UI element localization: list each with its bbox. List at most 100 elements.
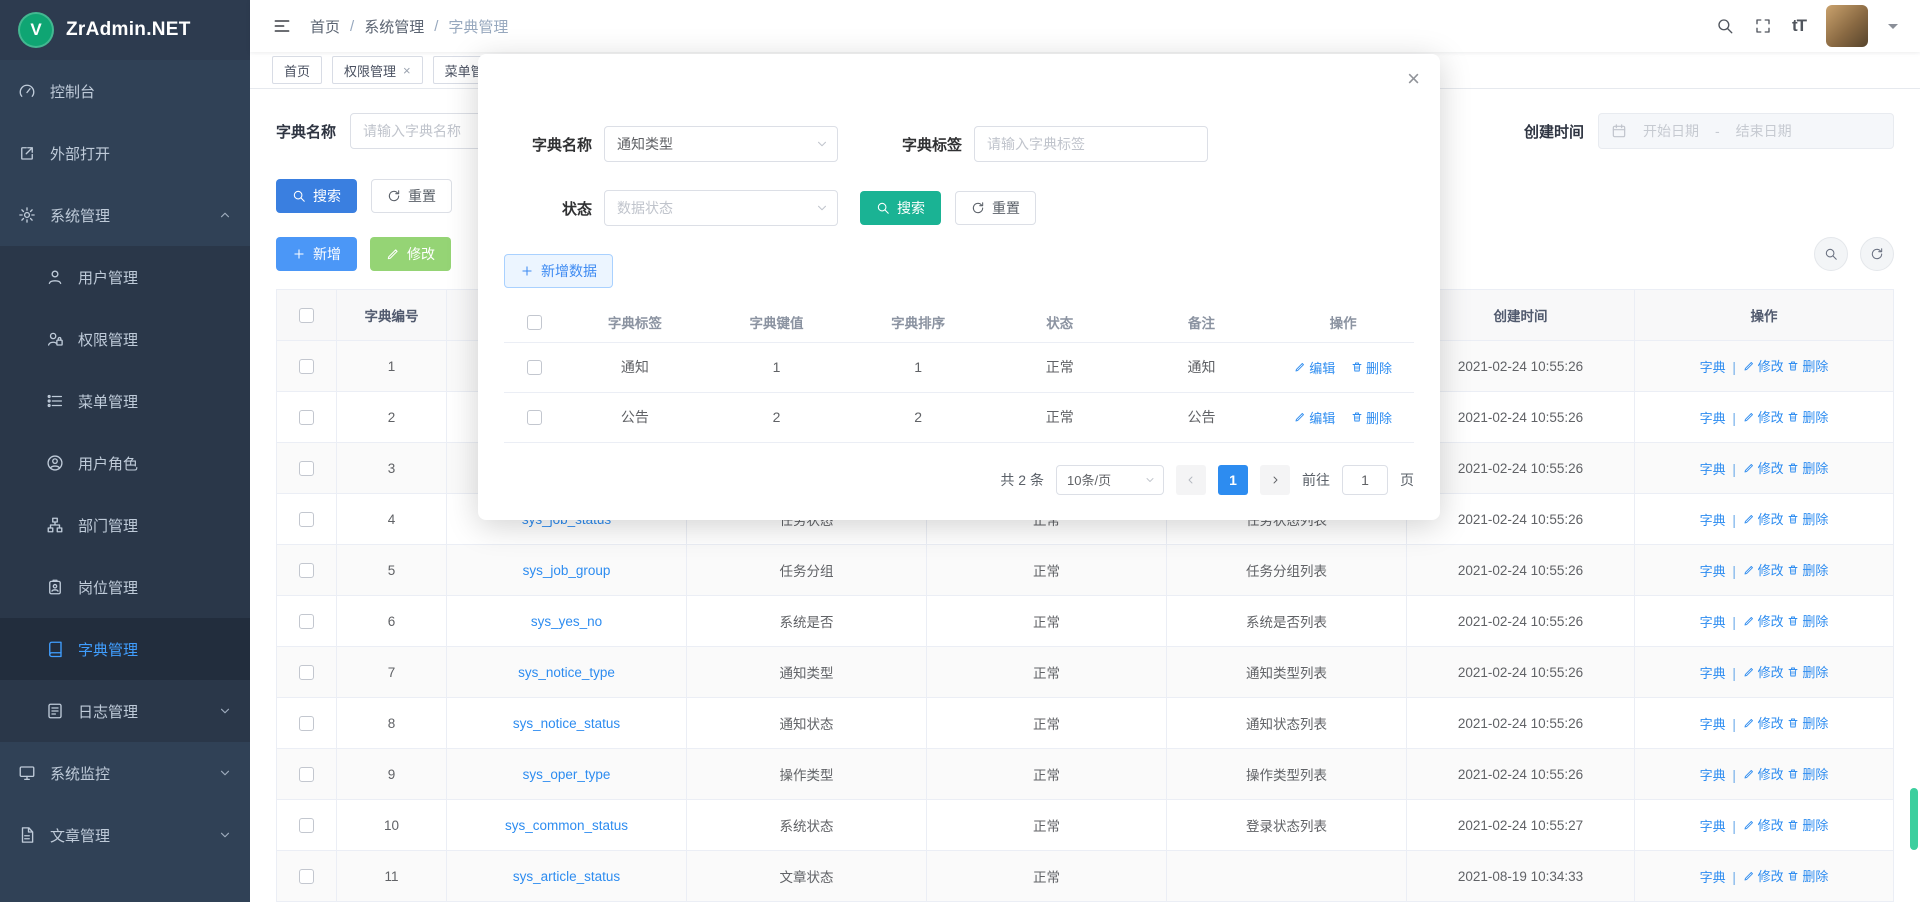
op-delete-link[interactable]: 删除 bbox=[1787, 407, 1828, 426]
row-checkbox[interactable] bbox=[527, 410, 542, 425]
op-dict-link[interactable]: 字典 bbox=[1700, 765, 1726, 784]
op-edit-link[interactable]: 编辑 bbox=[1294, 408, 1335, 427]
op-dict-link[interactable]: 字典 bbox=[1700, 714, 1726, 733]
op-dict-link[interactable]: 字典 bbox=[1700, 612, 1726, 631]
row-checkbox[interactable] bbox=[299, 512, 314, 527]
row-checkbox[interactable] bbox=[299, 614, 314, 629]
app-logo[interactable]: V ZrAdmin.NET bbox=[0, 0, 250, 60]
op-edit-link[interactable]: 修改 bbox=[1743, 815, 1784, 834]
op-edit-link[interactable]: 修改 bbox=[1743, 764, 1784, 783]
op-edit-link[interactable]: 修改 bbox=[1743, 407, 1784, 426]
op-delete-link[interactable]: 删除 bbox=[1351, 408, 1392, 427]
op-dict-link[interactable]: 字典 bbox=[1700, 867, 1726, 886]
op-delete-link[interactable]: 删除 bbox=[1351, 358, 1392, 377]
op-edit-link[interactable]: 修改 bbox=[1743, 509, 1784, 528]
op-dict-link[interactable]: 字典 bbox=[1700, 408, 1726, 427]
row-checkbox[interactable] bbox=[299, 818, 314, 833]
op-delete-link[interactable]: 删除 bbox=[1787, 458, 1828, 477]
sidebar-item-user-role[interactable]: 用户角色 bbox=[0, 432, 250, 494]
op-dict-link[interactable]: 字典 bbox=[1700, 561, 1726, 580]
row-checkbox[interactable] bbox=[299, 665, 314, 680]
search-button[interactable]: 搜索 bbox=[276, 179, 357, 213]
op-delete-link[interactable]: 删除 bbox=[1787, 764, 1828, 783]
sidebar-item-dictionary-management[interactable]: 字典管理 bbox=[0, 618, 250, 680]
sidebar-item-dashboard[interactable]: 控制台 bbox=[0, 60, 250, 122]
add-dict-data-button[interactable]: 新增数据 bbox=[504, 254, 613, 288]
sidebar-item-system-management[interactable]: 系统管理 bbox=[0, 184, 250, 246]
sidebar-toggle-button[interactable] bbox=[272, 16, 292, 36]
refresh-table-button[interactable] bbox=[1860, 237, 1894, 271]
op-dict-link[interactable]: 字典 bbox=[1700, 459, 1726, 478]
avatar-caret-down-icon[interactable] bbox=[1888, 24, 1898, 34]
op-edit-link[interactable]: 编辑 bbox=[1294, 358, 1335, 377]
edit-button-disabled[interactable]: 修改 bbox=[370, 237, 451, 271]
dialog-search-button[interactable]: 搜索 bbox=[860, 191, 941, 225]
sidebar-item-post-management[interactable]: 岗位管理 bbox=[0, 556, 250, 618]
op-delete-link[interactable]: 删除 bbox=[1787, 713, 1828, 732]
op-edit-link[interactable]: 修改 bbox=[1743, 662, 1784, 681]
close-icon[interactable]: × bbox=[403, 64, 411, 77]
dict-type-link[interactable]: sys_job_group bbox=[523, 563, 611, 578]
op-delete-link[interactable]: 删除 bbox=[1787, 815, 1828, 834]
op-edit-link[interactable]: 修改 bbox=[1743, 560, 1784, 579]
goto-page-input[interactable] bbox=[1342, 465, 1388, 495]
sidebar-item-article-management[interactable]: 文章管理 bbox=[0, 804, 250, 866]
dict-type-link[interactable]: sys_oper_type bbox=[523, 767, 611, 782]
row-checkbox[interactable] bbox=[299, 869, 314, 884]
dialog-reset-button[interactable]: 重置 bbox=[955, 191, 1036, 225]
op-delete-link[interactable]: 删除 bbox=[1787, 509, 1828, 528]
row-checkbox[interactable] bbox=[299, 359, 314, 374]
data-status-select[interactable]: 数据状态 bbox=[604, 190, 838, 226]
dict-label-input[interactable] bbox=[974, 126, 1208, 162]
sidebar-item-department-management[interactable]: 部门管理 bbox=[0, 494, 250, 556]
op-edit-link[interactable]: 修改 bbox=[1743, 611, 1784, 630]
user-avatar[interactable] bbox=[1826, 5, 1868, 47]
sidebar-item-log-management[interactable]: 日志管理 bbox=[0, 680, 250, 742]
row-checkbox[interactable] bbox=[527, 360, 542, 375]
tab-permission-management[interactable]: 权限管理 × bbox=[332, 56, 423, 84]
font-size-button[interactable]: tT bbox=[1792, 16, 1806, 36]
op-delete-link[interactable]: 删除 bbox=[1787, 560, 1828, 579]
op-delete-link[interactable]: 删除 bbox=[1787, 356, 1828, 375]
reset-button[interactable]: 重置 bbox=[371, 179, 452, 213]
op-edit-link[interactable]: 修改 bbox=[1743, 713, 1784, 732]
sidebar-item-menu-management[interactable]: 菜单管理 bbox=[0, 370, 250, 432]
page-size-select[interactable]: 10条/页 bbox=[1056, 465, 1164, 495]
prev-page-button[interactable] bbox=[1176, 465, 1206, 495]
row-checkbox[interactable] bbox=[299, 461, 314, 476]
dict-type-link[interactable]: sys_notice_type bbox=[518, 665, 615, 680]
op-dict-link[interactable]: 字典 bbox=[1700, 663, 1726, 682]
dict-type-link[interactable]: sys_article_status bbox=[513, 869, 620, 884]
op-dict-link[interactable]: 字典 bbox=[1700, 357, 1726, 376]
header-search-button[interactable] bbox=[1716, 17, 1734, 35]
dict-name-select[interactable]: 通知类型 bbox=[604, 126, 838, 162]
op-dict-link[interactable]: 字典 bbox=[1700, 510, 1726, 529]
date-range-picker[interactable]: 开始日期 - 结束日期 bbox=[1598, 113, 1894, 149]
breadcrumb-system[interactable]: 系统管理 bbox=[364, 16, 424, 37]
scrollbar-thumb[interactable] bbox=[1910, 788, 1918, 850]
tab-home[interactable]: 首页 bbox=[272, 56, 322, 84]
select-all-checkbox[interactable] bbox=[527, 315, 542, 330]
sidebar-item-user-management[interactable]: 用户管理 bbox=[0, 246, 250, 308]
dict-type-link[interactable]: sys_common_status bbox=[505, 818, 628, 833]
op-edit-link[interactable]: 修改 bbox=[1743, 458, 1784, 477]
op-edit-link[interactable]: 修改 bbox=[1743, 866, 1784, 885]
add-button[interactable]: 新增 bbox=[276, 237, 357, 271]
row-checkbox[interactable] bbox=[299, 767, 314, 782]
dict-type-link[interactable]: sys_yes_no bbox=[531, 614, 602, 629]
dict-type-link[interactable]: sys_notice_status bbox=[513, 716, 620, 731]
row-checkbox[interactable] bbox=[299, 563, 314, 578]
op-edit-link[interactable]: 修改 bbox=[1743, 356, 1784, 375]
next-page-button[interactable] bbox=[1260, 465, 1290, 495]
breadcrumb-home[interactable]: 首页 bbox=[310, 16, 340, 37]
op-delete-link[interactable]: 删除 bbox=[1787, 662, 1828, 681]
close-icon[interactable]: × bbox=[1407, 68, 1420, 90]
op-delete-link[interactable]: 删除 bbox=[1787, 611, 1828, 630]
toggle-search-button[interactable] bbox=[1814, 237, 1848, 271]
row-checkbox[interactable] bbox=[299, 716, 314, 731]
sidebar-item-system-monitor[interactable]: 系统监控 bbox=[0, 742, 250, 804]
op-delete-link[interactable]: 删除 bbox=[1787, 866, 1828, 885]
row-checkbox[interactable] bbox=[299, 410, 314, 425]
current-page-button[interactable]: 1 bbox=[1218, 465, 1248, 495]
sidebar-item-permission-management[interactable]: 权限管理 bbox=[0, 308, 250, 370]
